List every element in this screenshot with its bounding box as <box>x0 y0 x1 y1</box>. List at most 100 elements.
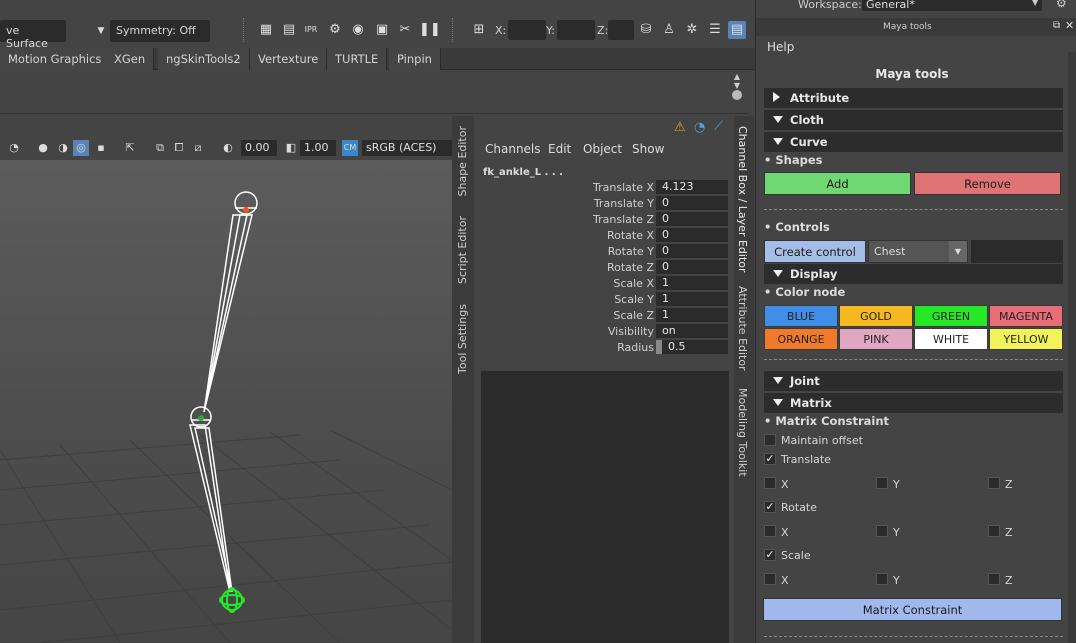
channel-value[interactable]: 1 <box>656 308 728 322</box>
menu-edit[interactable]: Edit <box>548 142 571 156</box>
color-button-green[interactable]: GREEN <box>914 305 988 327</box>
modeling-toolkit-icon[interactable]: ⛁ <box>637 21 655 39</box>
channel-label[interactable]: Translate Y <box>494 197 654 210</box>
attribute-icon[interactable]: ◔ <box>694 120 705 135</box>
channel-value[interactable]: 0 <box>656 244 728 258</box>
channel-value[interactable]: 0 <box>656 212 728 226</box>
color-button-blue[interactable]: BLUE <box>764 305 838 327</box>
scroll-down-icon[interactable]: ▼ <box>730 81 744 90</box>
shelf-tab-xgen[interactable]: XGen <box>106 48 155 70</box>
shelf-scroll-buttons[interactable]: ▲ ▼ <box>730 72 744 108</box>
exposure-field[interactable]: 0.00 <box>241 140 277 156</box>
shelf-tab-ngskintools2[interactable]: ngSkinTools2 <box>158 48 250 70</box>
scale-y-checkbox[interactable] <box>876 573 888 585</box>
color-button-pink[interactable]: PINK <box>839 328 913 350</box>
chevron-down-icon[interactable]: ▼ <box>1032 0 1038 7</box>
3d-viewport[interactable] <box>0 160 452 643</box>
color-button-orange[interactable]: ORANGE <box>764 328 838 350</box>
edit-icon[interactable]: ⟋ <box>714 119 723 134</box>
tab-channel-box-layer-editor[interactable]: Channel Box / Layer Editor <box>736 126 749 273</box>
scale-x-checkbox[interactable] <box>764 573 776 585</box>
maintain-offset-checkbox[interactable] <box>764 434 776 446</box>
pause-icon[interactable]: ❚❚ <box>419 21 441 39</box>
section-cloth[interactable]: Cloth <box>764 110 1063 130</box>
channel-label[interactable]: Translate Z <box>494 213 654 226</box>
panel-scrollbar[interactable] <box>1068 52 1076 643</box>
rotate-y-checkbox[interactable] <box>876 525 888 537</box>
x-input[interactable] <box>508 20 546 40</box>
light-editor-icon[interactable]: ✂ <box>396 21 414 39</box>
translate-z-checkbox[interactable] <box>988 477 1000 489</box>
gamma-icon[interactable]: ◧ <box>283 140 299 156</box>
section-matrix[interactable]: Matrix <box>764 393 1063 413</box>
channel-label[interactable]: Rotate Z <box>494 261 654 274</box>
menu-help[interactable]: Help <box>767 40 794 54</box>
section-attribute[interactable]: Attribute <box>764 88 1063 108</box>
channel-label[interactable]: Scale Z <box>494 309 654 322</box>
scale-z-checkbox[interactable] <box>988 573 1000 585</box>
channel-label[interactable]: Scale X <box>494 277 654 290</box>
scale-checkbox[interactable]: ✓ <box>764 549 776 561</box>
layer-icon[interactable]: ⚠ <box>674 120 686 135</box>
channel-value[interactable]: 0 <box>656 228 728 242</box>
tab-modeling-toolkit[interactable]: Modeling Toolkit <box>736 388 749 477</box>
float-icon[interactable]: ⧉ <box>1053 20 1060 31</box>
close-icon[interactable]: ✕ <box>1065 19 1074 32</box>
y-input[interactable] <box>557 20 595 40</box>
layer-editor-area[interactable] <box>481 371 729 643</box>
translate-checkbox[interactable]: ✓ <box>764 453 776 465</box>
color-button-magenta[interactable]: MAGENTA <box>989 305 1063 327</box>
scroll-up-icon[interactable]: ▲ <box>730 72 744 81</box>
xray-icon[interactable]: ▪ <box>93 140 109 156</box>
hypershade-icon[interactable]: ◉ <box>349 21 367 39</box>
channel-value[interactable]: 1 <box>656 292 728 306</box>
tab-attribute-editor[interactable]: Attribute Editor <box>736 286 749 371</box>
render-view-icon[interactable]: ▦ <box>257 21 275 39</box>
render-setup-icon[interactable]: ▣ <box>373 21 391 39</box>
translate-x-checkbox[interactable] <box>764 477 776 489</box>
channel-label[interactable]: Visibility <box>494 325 654 338</box>
channel-label[interactable]: Rotate X <box>494 229 654 242</box>
frame-icon[interactable]: ⧉ <box>152 140 168 156</box>
symmetry-dropdown[interactable]: Symmetry: Off <box>110 20 210 42</box>
create-control-button[interactable]: Create control <box>764 240 866 263</box>
color-space-field[interactable]: sRGB (ACES) <box>362 140 452 156</box>
shelf-menu-icon[interactable] <box>732 90 742 100</box>
tab-script-editor[interactable]: Script Editor <box>456 216 469 284</box>
exposure-icon[interactable]: ◐ <box>220 140 236 156</box>
character-icon[interactable]: ♙ <box>660 21 678 39</box>
shelf-tab-vertexture[interactable]: Vertexture <box>250 48 328 70</box>
tab-shape-editor[interactable]: Shape Editor <box>456 126 469 197</box>
shelf-tab-motion-graphics[interactable]: Motion Graphics <box>0 48 111 70</box>
resolution-gate-icon[interactable]: ⧄ <box>190 140 206 156</box>
channel-label[interactable]: Radius <box>494 341 654 354</box>
control-shape-dropdown[interactable]: Chest ▼ <box>868 240 968 263</box>
isolate-icon[interactable]: ◎ <box>73 140 89 156</box>
gamma-field[interactable]: 1.00 <box>300 140 336 156</box>
z-input[interactable] <box>608 20 634 40</box>
textured-icon[interactable]: ◑ <box>55 140 71 156</box>
color-button-white[interactable]: WHITE <box>914 328 988 350</box>
channel-label[interactable]: Rotate Y <box>494 245 654 258</box>
settings-icon[interactable]: ⚙ <box>1056 0 1067 10</box>
remove-shape-button[interactable]: Remove <box>914 172 1061 195</box>
chevron-down-icon[interactable]: ▼ <box>92 22 110 40</box>
channel-value[interactable]: 0.5 <box>656 340 728 354</box>
channel-value[interactable]: 4.123 <box>656 180 728 194</box>
section-display[interactable]: Display <box>764 264 1063 284</box>
add-shape-button[interactable]: Add <box>764 172 911 195</box>
shelf-tab-turtle[interactable]: TURTLE <box>327 48 388 70</box>
render-frame-icon[interactable]: ▤ <box>280 21 298 39</box>
tab-tool-settings[interactable]: Tool Settings <box>456 304 469 374</box>
render-settings-icon[interactable]: ⚙ <box>326 21 344 39</box>
channel-box-icon[interactable]: ▤ <box>728 21 746 39</box>
channel-value[interactable]: on <box>656 324 728 338</box>
section-curve[interactable]: Curve <box>764 132 1063 152</box>
smooth-shade-icon[interactable]: ● <box>35 140 51 156</box>
human-ik-icon[interactable]: ✲ <box>683 21 701 39</box>
selection-mode-field[interactable]: ve Surface <box>0 20 66 50</box>
color-management-icon[interactable]: CM <box>342 140 358 156</box>
rotate-z-checkbox[interactable] <box>988 525 1000 537</box>
snap-icon[interactable]: ⊞ <box>470 21 488 39</box>
rotate-x-checkbox[interactable] <box>764 525 776 537</box>
